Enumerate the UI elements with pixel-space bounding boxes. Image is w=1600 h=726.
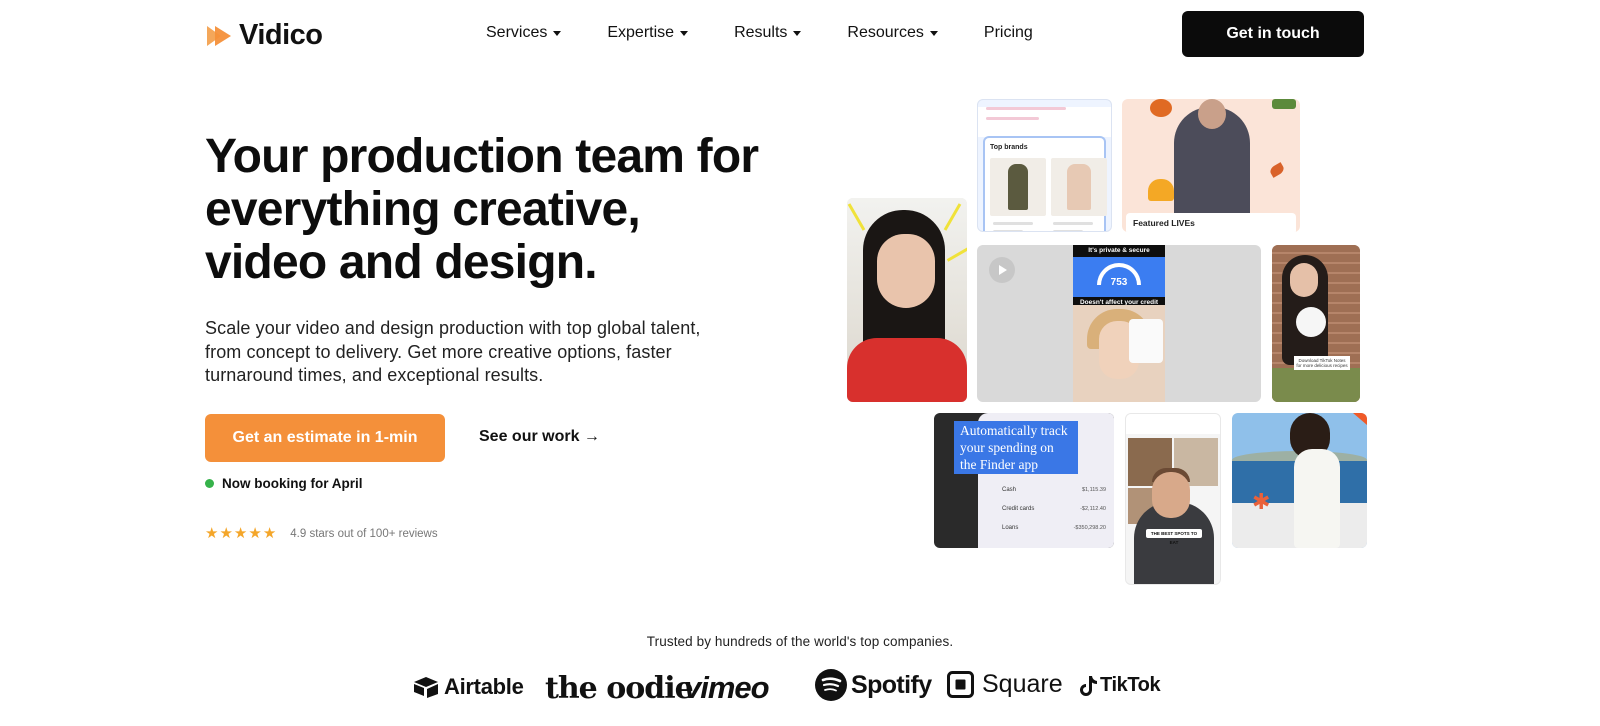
pumpkin-icon (1150, 99, 1172, 117)
caret-down-icon (929, 30, 938, 36)
play-icon[interactable] (989, 257, 1015, 283)
status-dot-icon (205, 479, 214, 488)
star-icon: ★ (262, 525, 277, 542)
nav-item-pricing[interactable]: Pricing (984, 24, 1033, 42)
vimeo-logo: vimeo (684, 670, 770, 706)
rating-stars: ★ ★ ★ ★ ★ (205, 526, 276, 541)
credit-caption-top: It's private & secure (1073, 245, 1165, 257)
hoodie-thumbnail: Featured LIVEs (1122, 99, 1300, 232)
caret-down-icon (793, 30, 802, 36)
square-logo: Square (947, 670, 1063, 699)
airtable-icon (414, 677, 438, 698)
logo-text: Spotify (851, 670, 932, 699)
rating: ★ ★ ★ ★ ★ 4.9 stars out of 100+ reviews (205, 526, 438, 541)
the-oodie-logo: the oodie (545, 664, 694, 706)
model-dress (1294, 449, 1340, 548)
star-icon: ★ (248, 525, 262, 542)
top-brands-thumbnail: Top brands (977, 99, 1112, 232)
featured-lives-label: Featured LIVEs (1126, 213, 1296, 232)
scarf-icon (1272, 99, 1296, 109)
logo-wordmark: Vidico (239, 19, 323, 51)
hero-subcopy: Scale your video and design production w… (205, 318, 701, 385)
logo-text: Square (982, 670, 1063, 698)
selfie-video-thumbnail (847, 198, 967, 402)
nav-item-results[interactable]: Results (734, 24, 802, 42)
get-in-touch-button[interactable]: Get in touch (1182, 11, 1364, 57)
creator-face (1152, 472, 1190, 518)
finder-app-thumbnail: Cash $1,115.39 Credit cards -$2,112.40 L… (934, 413, 1114, 548)
product-image (1051, 158, 1107, 216)
star-icon: ★ (205, 525, 219, 542)
logo-text: the oodie (545, 671, 694, 706)
dog-video-thumbnail: Download TikTok Notes for more delicious… (1272, 245, 1360, 402)
logo-text: TikTok (1100, 674, 1161, 696)
flower-icon: ✱ (1252, 489, 1271, 514)
dog-caption: Download TikTok Notes for more delicious… (1294, 356, 1350, 370)
product-image (990, 158, 1046, 216)
booking-text: Now booking for April (222, 476, 363, 491)
finder-row-value: -$350,298.20 (1073, 525, 1106, 531)
rating-text: 4.9 stars out of 100+ reviews (290, 527, 438, 540)
caret-down-icon (680, 30, 689, 36)
star-icon: ★ (219, 525, 233, 542)
finder-row-label: Cash (1002, 487, 1017, 493)
credit-score: 753 (1110, 277, 1128, 288)
finder-row-value: -$2,112.40 (1080, 506, 1106, 512)
nav-item-label: Services (486, 24, 548, 41)
see-our-work-link[interactable]: See our work → (479, 428, 600, 446)
vidico-logo-icon (207, 25, 231, 46)
client-logos: Airtable the oodie vimeo Spotify Square … (0, 664, 1600, 714)
finder-row-value: $1,115.39 (1081, 487, 1106, 493)
tiktok-icon (1080, 675, 1097, 696)
trusted-by-text: Trusted by hundreds of the world's top c… (646, 634, 954, 649)
food-caption: THE BEST SPOTS TO EAT (1146, 529, 1202, 545)
caret-down-icon (553, 30, 562, 36)
nav-item-resources[interactable]: Resources (847, 24, 938, 42)
leaf-icon (1268, 162, 1286, 178)
logo-text: vimeo (684, 670, 770, 705)
nav-item-label: Resources (847, 24, 924, 41)
credit-score-video[interactable]: It's private & secure 753 Doesn't affect… (977, 245, 1261, 402)
creator-face (877, 234, 935, 308)
nav-item-label: Results (734, 24, 788, 41)
beanie-icon (1148, 179, 1174, 201)
dog-image (1296, 307, 1326, 337)
finder-row-label: Credit cards (1002, 506, 1035, 512)
nav-item-label: Pricing (983, 24, 1033, 41)
credit-score-clip: It's private & secure 753 Doesn't affect… (1073, 245, 1165, 402)
vidico-logo[interactable]: Vidico (205, 19, 323, 52)
spotify-icon (815, 669, 847, 701)
top-brands-label: Top brands (990, 144, 1028, 151)
finder-caption: Automatically track your spending on the… (954, 421, 1078, 474)
airtable-logo: Airtable (412, 674, 524, 700)
main-nav: Services Expertise Results Resources Pri… (486, 24, 1033, 42)
finder-row-label: Loans (1002, 525, 1019, 531)
hero-headline: Your production team for everything crea… (205, 130, 759, 289)
top-brands-panel: Top brands (983, 136, 1107, 231)
beach-thumbnail: ✱ (1232, 413, 1367, 548)
spotify-logo: Spotify (815, 669, 932, 701)
booking-status: Now booking for April (205, 476, 362, 491)
app-topbar (978, 107, 1111, 137)
logo-text: Airtable (444, 674, 524, 699)
food-spots-thumbnail: THE BEST SPOTS TO EAT (1125, 413, 1221, 585)
nav-item-services[interactable]: Services (486, 24, 562, 42)
tiktok-logo: TikTok (1080, 674, 1161, 697)
square-icon (947, 671, 974, 698)
get-estimate-button[interactable]: Get an estimate in 1-min (205, 414, 445, 462)
nav-item-expertise[interactable]: Expertise (607, 24, 689, 42)
nav-item-label: Expertise (607, 24, 675, 41)
star-icon: ★ (233, 525, 248, 542)
